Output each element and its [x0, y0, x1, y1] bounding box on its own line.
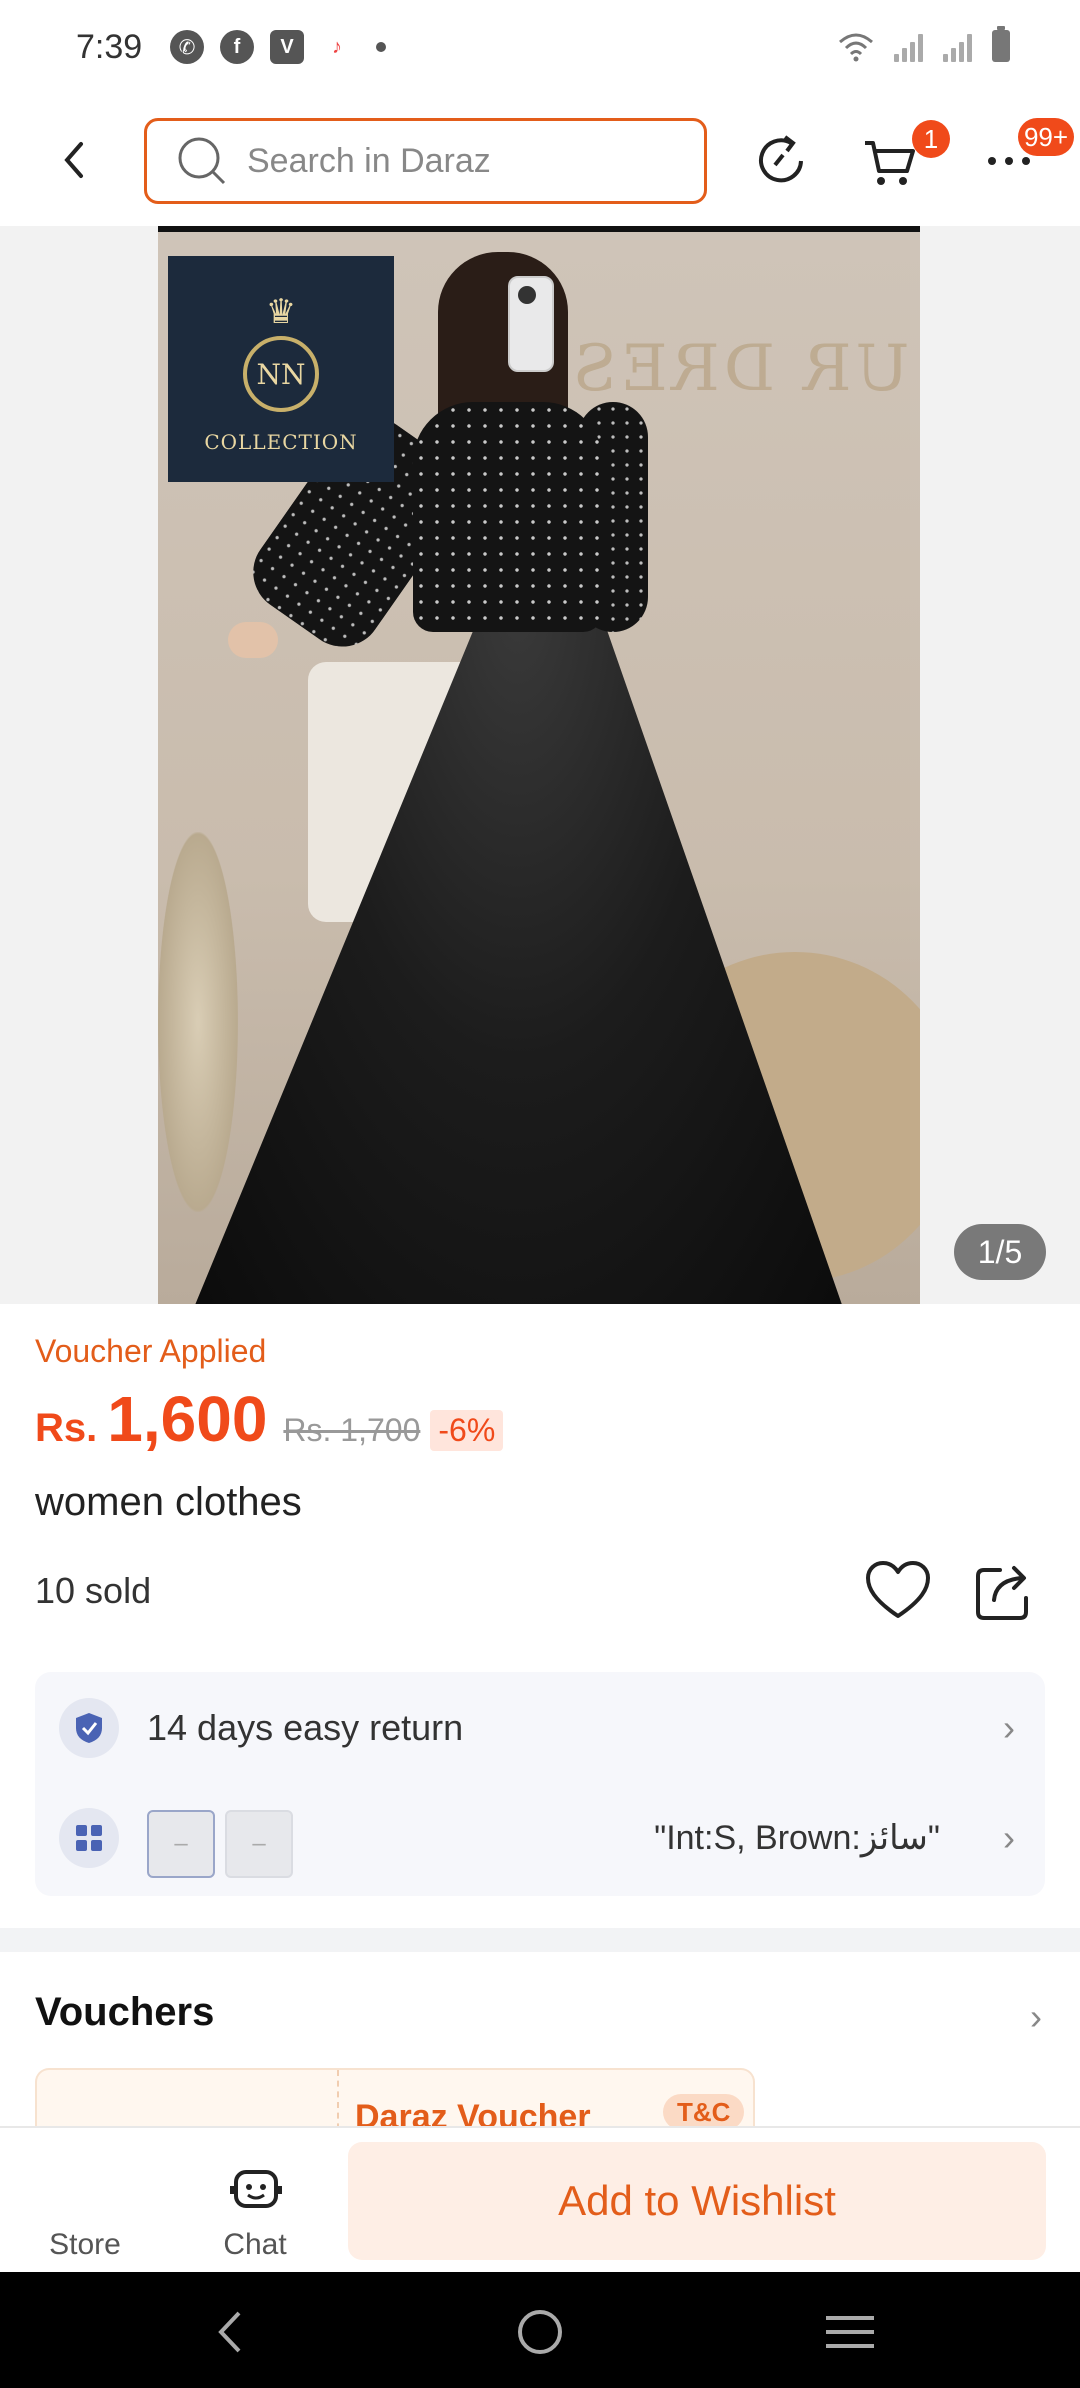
voucher-applied-label: Voucher Applied	[35, 1333, 267, 1369]
status-app-icons: ✆ f V ♪	[170, 30, 386, 64]
whatsapp-icon: ✆	[170, 30, 204, 64]
original-price: Rs. 1,700	[283, 1412, 421, 1448]
status-right-icons	[838, 26, 1010, 62]
search-input[interactable]: Search in Daraz	[144, 118, 707, 204]
price-currency: Rs.	[35, 1406, 98, 1450]
phone-graphic	[508, 276, 554, 372]
hand-graphic	[228, 622, 278, 658]
signal-icon	[894, 32, 923, 62]
discount-badge: -6%	[430, 1410, 504, 1451]
wall-text: UR DRES	[569, 332, 910, 406]
vimeo-icon: V	[270, 30, 304, 64]
add-to-wishlist-button[interactable]: Add to Wishlist	[348, 2142, 1046, 2260]
menu-icon	[826, 2316, 874, 2348]
selected-variant-text: "Int:S, Brown:سائز"	[654, 1819, 940, 1857]
variant-row[interactable]: – – "Int:S, Brown:سائز" ›	[35, 1788, 1045, 1888]
cart-button[interactable]: 1	[852, 120, 950, 198]
product-title: women clothes	[35, 1480, 302, 1524]
dress-skirt-graphic	[188, 602, 848, 1304]
chat-icon[interactable]	[228, 2168, 284, 2216]
store-button[interactable]: Store	[30, 2228, 140, 2262]
system-home-button[interactable]	[510, 2302, 570, 2362]
chevron-right-icon: ›	[1003, 1817, 1015, 1858]
chevron-left-icon	[64, 142, 83, 178]
status-bar: 7:39 ✆ f V ♪	[0, 0, 1080, 100]
section-divider	[0, 1928, 1080, 1952]
chevron-right-icon: ›	[1003, 1707, 1015, 1748]
dress-bodice-graphic	[413, 402, 603, 632]
system-recents-button[interactable]	[820, 2302, 880, 2362]
price-row: Rs. 1,600 Rs. 1,700 -6%	[35, 1382, 504, 1456]
tiktok-icon: ♪	[320, 30, 354, 64]
top-nav: Search in Daraz 1 99+	[0, 100, 1080, 226]
wifi-icon	[839, 33, 873, 62]
price-value: 1,600	[107, 1383, 268, 1455]
back-button[interactable]	[44, 130, 104, 190]
product-image[interactable]: UR DRES ♛ NN COLLECTION	[158, 226, 920, 1304]
share-icon[interactable]	[974, 1560, 1036, 1622]
variant-grid-icon	[59, 1808, 119, 1868]
heart-icon[interactable]	[864, 1560, 932, 1622]
system-back-button[interactable]	[200, 2302, 260, 2362]
cart-icon	[865, 141, 915, 185]
more-badge: 99+	[1018, 118, 1074, 156]
logo-initials: NN	[243, 336, 319, 412]
chat-button[interactable]: Chat	[200, 2228, 310, 2262]
tc-badge[interactable]: T&C	[663, 2094, 745, 2130]
more-icon	[988, 157, 1030, 165]
back-icon	[218, 2311, 241, 2353]
plant-graphic	[158, 832, 238, 1212]
sold-count: 10 sold	[35, 1570, 152, 1611]
service-info-card: 14 days easy return › – – "Int:S, Brown:…	[35, 1672, 1045, 1896]
bottom-action-bar: Store Chat Add to Wishlist	[0, 2126, 1080, 2272]
more-notifications-dot	[376, 42, 386, 52]
status-time: 7:39	[76, 28, 143, 66]
refresh-icon	[759, 135, 803, 183]
search-icon	[178, 137, 226, 185]
product-gallery[interactable]: UR DRES ♛ NN COLLECTION 1/5	[0, 226, 1080, 1304]
facebook-icon: f	[220, 30, 254, 64]
more-button[interactable]: 99+	[972, 118, 1074, 198]
brand-logo: ♛ NN COLLECTION	[168, 256, 394, 482]
chevron-right-icon[interactable]: ›	[1030, 1996, 1042, 2038]
logo-text: COLLECTION	[204, 430, 358, 454]
shield-check-icon	[59, 1698, 119, 1758]
return-policy-row[interactable]: 14 days easy return ›	[35, 1678, 1045, 1778]
battery-icon	[992, 26, 1010, 62]
system-navigation-bar	[0, 2272, 1080, 2388]
image-counter: 1/5	[954, 1224, 1046, 1280]
signal-icon	[943, 32, 972, 62]
refresh-button[interactable]	[744, 124, 818, 198]
variant-thumbnail[interactable]: –	[147, 1810, 215, 1878]
cart-badge: 1	[912, 120, 950, 158]
return-policy-label: 14 days easy return	[147, 1707, 464, 1748]
crown-icon: ♛	[265, 293, 297, 331]
home-icon	[518, 2310, 562, 2354]
variant-thumbnail[interactable]: –	[225, 1810, 293, 1878]
search-placeholder: Search in Daraz	[247, 141, 491, 180]
vouchers-heading[interactable]: Vouchers	[35, 1990, 214, 2035]
